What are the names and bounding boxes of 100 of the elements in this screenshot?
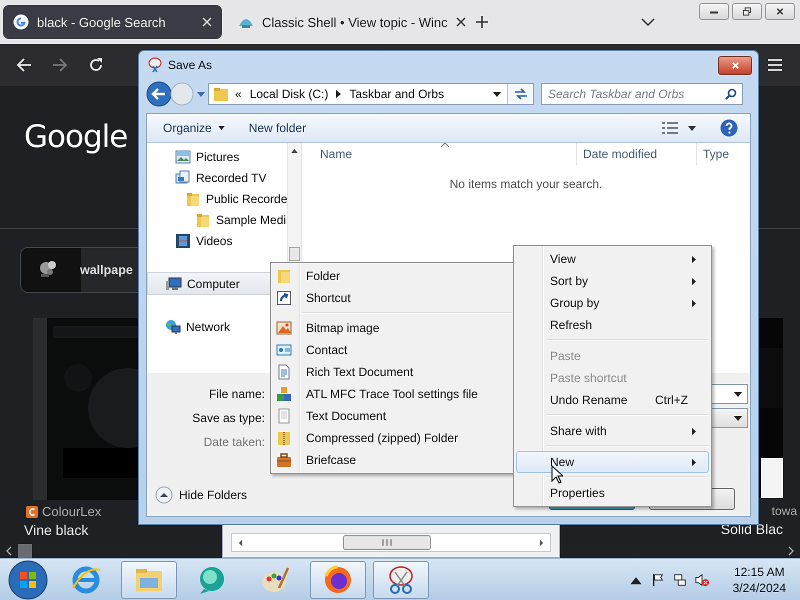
reload-icon[interactable] [88,57,104,73]
nav-item[interactable]: Pictures [147,146,288,167]
shortcut-icon [276,290,292,306]
google-logo[interactable]: Google [24,120,128,154]
nav-item[interactable]: Sample Medi [147,209,288,230]
result-source: towa [772,504,797,518]
menu-item[interactable]: Group by [516,292,709,314]
clock[interactable]: 12:15 AM 3/24/2024 [732,564,786,596]
dropdown-arrow-icon[interactable] [493,92,501,96]
menu-item[interactable]: Share with [516,420,709,442]
computer-icon [166,276,182,292]
details-view-icon[interactable] [662,122,678,134]
flag-icon[interactable] [650,572,665,586]
empty-message: No items match your search. [448,177,604,191]
refresh-button[interactable] [507,84,533,104]
refresh-arrows-icon [514,88,528,100]
column-header[interactable]: Name [302,143,577,165]
restore-icon [742,7,752,16]
zip-folder-icon [276,430,292,446]
nav-item[interactable]: Videos [147,230,288,251]
close-icon [775,7,785,16]
menu-item[interactable]: View [516,248,709,270]
horizontal-scrollbar[interactable] [231,533,551,552]
fox-browser-icon [322,564,354,596]
submenu-arrow-icon [692,458,696,466]
back-arrow-icon[interactable] [16,57,32,73]
column-header[interactable]: Date modified [577,143,697,165]
nav-item[interactable]: Public Recorde [147,188,288,209]
close-icon[interactable] [456,17,466,27]
submenu-arrow-icon [692,278,696,284]
network-icon [165,318,181,334]
new-folder-button[interactable]: New folder [242,118,312,138]
submenu-arrow-icon [692,256,696,262]
back-button[interactable] [146,81,172,107]
menu-item[interactable]: Sort by [516,270,709,292]
tv-icon [175,170,191,186]
chip-label: wallpape [80,263,133,277]
close-icon [730,60,740,70]
nav-item[interactable]: Recorded TV [147,167,288,188]
breadcrumb-arrow-icon[interactable] [336,90,342,98]
close-button[interactable] [718,56,752,74]
menu-item[interactable]: Text Document [273,405,512,427]
site-icon [26,506,38,518]
browser-e-icon [70,564,102,596]
folder-icon [213,86,229,102]
taskbar-button[interactable] [373,560,429,598]
column-header[interactable]: Type [697,143,747,165]
address-bar[interactable]: « Local Disk (C:) Taskbar and Orbs [208,83,534,105]
film-icon [175,232,191,248]
network-icon[interactable] [672,572,687,586]
field-label: Save as type: [191,411,265,425]
menu-item[interactable]: New [516,451,709,473]
minimize-button[interactable] [699,3,729,20]
g-logo-icon [13,14,29,30]
submenu-arrow-icon [692,300,696,306]
organize-menu-button[interactable]: Organize [157,118,231,138]
restore-button[interactable] [732,3,762,20]
contact-card-icon [276,342,292,358]
briefcase-icon [276,452,292,468]
document-icon [276,364,292,380]
hide-folders-button[interactable]: Hide Folders [155,486,248,504]
folder-icon [185,190,201,206]
menu-item[interactable]: Undo Rename Ctrl+Z [516,389,709,411]
search-field[interactable]: Search Taskbar and Orbs [541,83,743,105]
left-arrow-icon[interactable] [238,538,243,546]
close-button[interactable] [765,3,795,20]
taskbar-button[interactable] [310,560,366,598]
start-orb-icon[interactable] [8,560,48,600]
menu-item[interactable]: Bitmap image [273,317,512,339]
caret-icon[interactable] [688,126,696,130]
overflow-chevrons[interactable]: « [235,87,242,101]
clock-date: 3/24/2024 [732,580,786,596]
volume-muted-icon[interactable] [694,572,709,586]
menu-item[interactable]: Contact [273,339,512,361]
menu-item[interactable]: Properties [516,482,709,504]
dropdown-arrow-icon [734,392,742,396]
chevron-down-icon[interactable] [641,18,655,26]
caret-icon [218,126,225,130]
submenu-arrow-icon [692,428,696,434]
breadcrumb-item[interactable]: Local Disk (C:) [250,87,328,101]
menu-icon[interactable] [768,59,782,71]
pictures-icon [175,148,191,164]
scroll-thumb[interactable] [343,535,431,550]
forward-arrow-icon[interactable] [52,57,68,73]
menu-item[interactable]: Rich Text Document [273,361,512,383]
right-arrow-icon[interactable] [539,538,544,546]
scroll-thumb[interactable] [289,247,300,261]
breadcrumb-item[interactable]: Taskbar and Orbs [349,87,444,101]
menu-item[interactable]: ATL MFC Trace Tool settings file [273,383,512,405]
browser-tab[interactable]: black - Google Search [3,5,222,39]
menu-item[interactable]: Briefcase [273,449,512,471]
dropdown-arrow-icon [734,416,742,420]
scroll-thumb[interactable] [18,544,32,558]
menu-item[interactable]: Compressed (zipped) Folder [273,427,512,449]
help-icon[interactable] [720,119,738,137]
up-arrow-icon[interactable] [291,149,298,153]
plus-icon[interactable] [475,15,489,29]
menu-item[interactable]: Refresh [516,314,709,336]
blocks-icon [276,386,292,402]
field-label: Date taken: [202,435,265,449]
